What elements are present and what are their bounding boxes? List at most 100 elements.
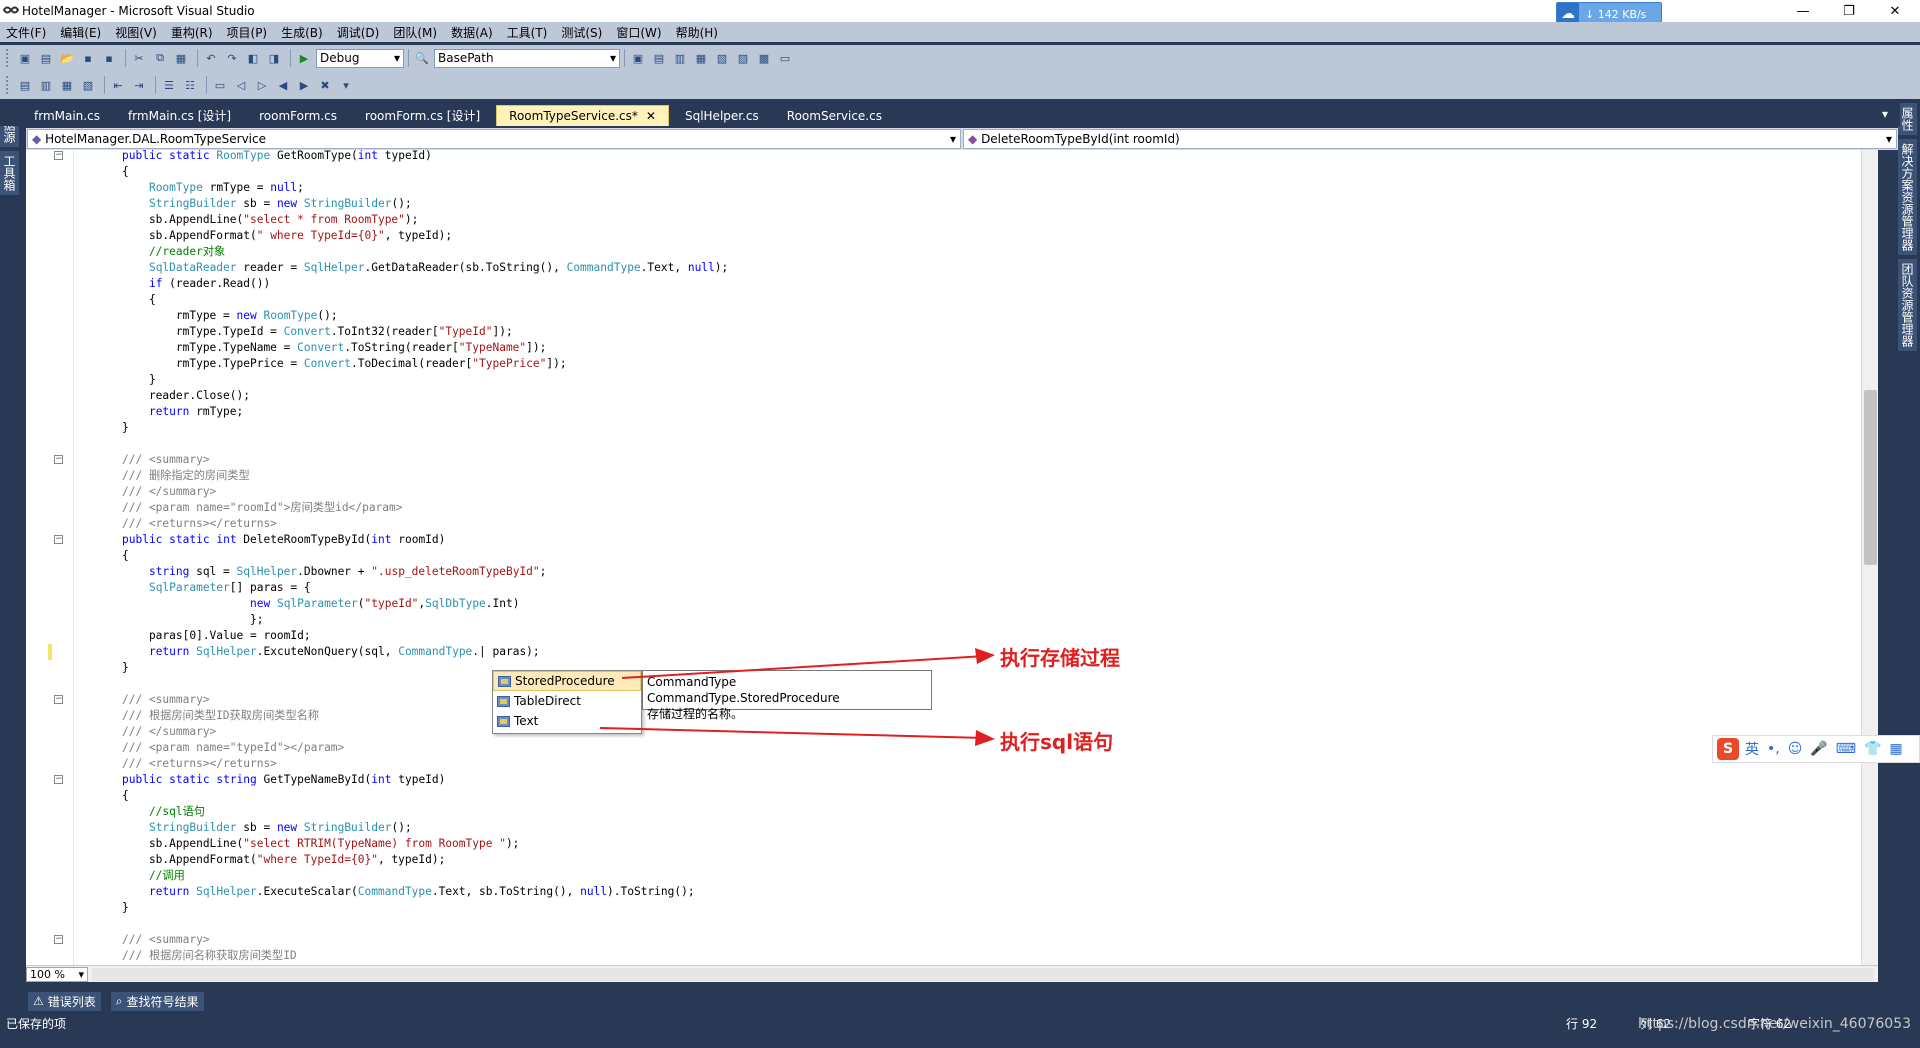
code-line[interactable]: SqlParameter[] paras = { [122, 580, 311, 596]
code-line[interactable]: //调用 [122, 868, 185, 884]
code-line[interactable]: public static int DeleteRoomTypeById(int… [122, 532, 445, 548]
close-button[interactable]: ✕ [1872, 0, 1918, 22]
team-explorer-tab[interactable]: 团队资源管理器 [1898, 259, 1917, 351]
menu-test[interactable]: 测试(S) [561, 24, 602, 41]
menu-window[interactable]: 窗口(W) [616, 24, 661, 41]
open-file-icon[interactable]: 📂 [58, 50, 76, 66]
collapse-toggle-icon[interactable]: − [54, 695, 63, 704]
tab-frmmain-design[interactable]: frmMain.cs [设计] [116, 105, 243, 126]
code-line[interactable]: return SqlHelper.ExecuteScalar(CommandTy… [122, 884, 695, 900]
solution-explorer-icon[interactable]: ▣ [629, 50, 647, 66]
menu-data[interactable]: 数据(A) [451, 24, 493, 41]
code-line[interactable]: rmType = new RoomType(); [122, 308, 338, 324]
toolbar-grip[interactable] [6, 76, 10, 94]
save-icon[interactable]: ▪ [79, 50, 97, 66]
code-editor[interactable]: − − − − − − public static RoomType GetRoomTyp… [26, 150, 1878, 965]
solution-config-combo[interactable]: Debug ▾ [316, 48, 404, 68]
code-line[interactable]: return SqlHelper.ExcuteNonQuery(sql, Com… [122, 644, 540, 660]
copy-icon[interactable]: ⧉ [151, 50, 169, 66]
menu-view[interactable]: 视图(V) [115, 24, 157, 41]
code-line[interactable]: } [122, 420, 129, 436]
code-line[interactable]: sb.AppendFormat("where TypeId={0}", type… [122, 852, 445, 868]
code-line[interactable]: sb.AppendFormat(" where TypeId={0}", typ… [122, 228, 452, 244]
quick-info-icon[interactable]: ▦ [58, 77, 76, 93]
start-debugging-icon[interactable]: ▶ [295, 50, 313, 66]
menu-debug[interactable]: 调试(D) [337, 24, 380, 41]
tab-error-list[interactable]: ⚠ 错误列表 [28, 991, 101, 1011]
tab-find-symbol-results[interactable]: ⌕ 查找符号结果 [110, 991, 204, 1011]
skin-icon[interactable]: 👕 [1864, 741, 1881, 757]
redo-icon[interactable]: ↷ [223, 50, 241, 66]
microphone-icon[interactable]: 🎤 [1810, 741, 1827, 757]
find-in-files-icon[interactable]: 🔍 [413, 50, 431, 66]
menu-project[interactable]: 项目(P) [227, 24, 268, 41]
code-line[interactable]: { [122, 292, 156, 308]
increase-indent-icon[interactable]: ⇥ [130, 77, 148, 93]
code-line[interactable]: return rmType; [122, 404, 243, 420]
scrollbar-thumb[interactable] [1864, 390, 1877, 565]
menu-help[interactable]: 帮助(H) [676, 24, 718, 41]
code-line[interactable]: /// <returns></returns> [122, 756, 277, 772]
code-line[interactable]: sb.AppendLine("select * from RoomType"); [122, 212, 418, 228]
code-line[interactable]: new SqlParameter("typeId",SqlDbType.Int) [122, 596, 520, 612]
object-browser-icon[interactable]: ▥ [671, 50, 689, 66]
undo-icon[interactable]: ↶ [202, 50, 220, 66]
solution-explorer-tab[interactable]: 解决方案资源管理器 [1898, 139, 1917, 255]
code-line[interactable]: /// <summary> [122, 692, 210, 708]
parameter-info-icon[interactable]: ▥ [37, 77, 55, 93]
collapse-toggle-icon[interactable]: − [54, 535, 63, 544]
code-line[interactable]: { [122, 164, 129, 180]
punctuation-icon[interactable]: •, [1767, 741, 1780, 757]
code-line[interactable]: { [122, 788, 129, 804]
code-line[interactable]: StringBuilder sb = new StringBuilder(); [122, 820, 412, 836]
team-explorer-icon[interactable]: ▧ [713, 50, 731, 66]
code-line[interactable]: //reader对象 [122, 244, 225, 260]
type-dropdown[interactable]: ◆ HotelManager.DAL.RoomTypeService ▾ [27, 129, 961, 149]
menu-refactor[interactable]: 重构(R) [171, 24, 213, 41]
menu-edit[interactable]: 编辑(E) [60, 24, 101, 41]
navigate-forward-icon[interactable]: ◨ [265, 50, 283, 66]
tab-frmmain-cs[interactable]: frmMain.cs [22, 105, 112, 126]
code-line[interactable]: /// </summary> [122, 724, 216, 740]
code-line[interactable]: /// <param name="roomId">房间类型id</param> [122, 500, 403, 516]
code-line[interactable]: { [122, 548, 129, 564]
close-tab-icon[interactable]: ✕ [646, 109, 656, 123]
code-line[interactable]: /// <returns></returns> [122, 516, 277, 532]
keyboard-icon[interactable]: ⌨ [1836, 741, 1856, 757]
tab-roomtypeservice-cs[interactable]: RoomTypeService.cs* ✕ [496, 105, 669, 126]
toolbar-grip[interactable] [6, 49, 10, 67]
zoom-combo[interactable]: 100 % ▾ [26, 966, 88, 982]
navigate-back-icon[interactable]: ◧ [244, 50, 262, 66]
toggle-bookmark-icon[interactable]: ▭ [211, 77, 229, 93]
collapse-toggle-icon[interactable]: − [54, 775, 63, 784]
code-line[interactable]: RoomType rmType = null; [122, 180, 304, 196]
collapse-toggle-icon[interactable]: − [54, 455, 63, 464]
code-line[interactable]: paras[0].Value = roomId; [122, 628, 311, 644]
code-line[interactable]: rmType.TypePrice = Convert.ToDecimal(rea… [122, 356, 567, 372]
toolbox-icon[interactable]: ▦ [692, 50, 710, 66]
code-line[interactable]: StringBuilder sb = new StringBuilder(); [122, 196, 412, 212]
tab-sqlhelper-cs[interactable]: SqlHelper.cs [673, 105, 771, 126]
code-line[interactable]: }; [122, 612, 263, 628]
code-line[interactable]: /// 根据房间名称获取房间类型ID [122, 948, 297, 964]
code-line[interactable]: /// <param name="typeId"></param> [122, 740, 344, 756]
uncomment-lines-icon[interactable]: ☷ [181, 77, 199, 93]
tab-overflow-chevron-icon[interactable]: ▾ [1882, 107, 1888, 121]
code-line[interactable]: /// 删除指定的房间类型 [122, 468, 250, 484]
add-item-icon[interactable]: ▤ [37, 50, 55, 66]
comment-lines-icon[interactable]: ☰ [160, 77, 178, 93]
sogou-logo-icon[interactable]: S [1717, 738, 1739, 760]
save-all-icon[interactable]: ▪ [100, 50, 118, 66]
ime-mode[interactable]: 英 [1745, 739, 1759, 759]
code-line[interactable]: if (reader.Read()) [122, 276, 270, 292]
code-line[interactable]: //sql语句 [122, 804, 205, 820]
clear-bookmarks-icon[interactable]: ✖ [316, 77, 334, 93]
code-line[interactable]: } [122, 900, 129, 916]
code-line[interactable]: /// 根据房间类型ID获取房间类型名称 [122, 708, 319, 724]
toolbar-options-icon[interactable]: ▾ [337, 77, 355, 93]
code-line[interactable]: /// <summary> [122, 452, 210, 468]
new-project-icon[interactable]: ▣ [16, 50, 34, 66]
code-line[interactable]: rmType.TypeId = Convert.ToInt32(reader["… [122, 324, 513, 340]
properties-tab[interactable]: 属性 [1898, 103, 1917, 135]
previous-bookmark-in-folder-icon[interactable]: ◀ [274, 77, 292, 93]
